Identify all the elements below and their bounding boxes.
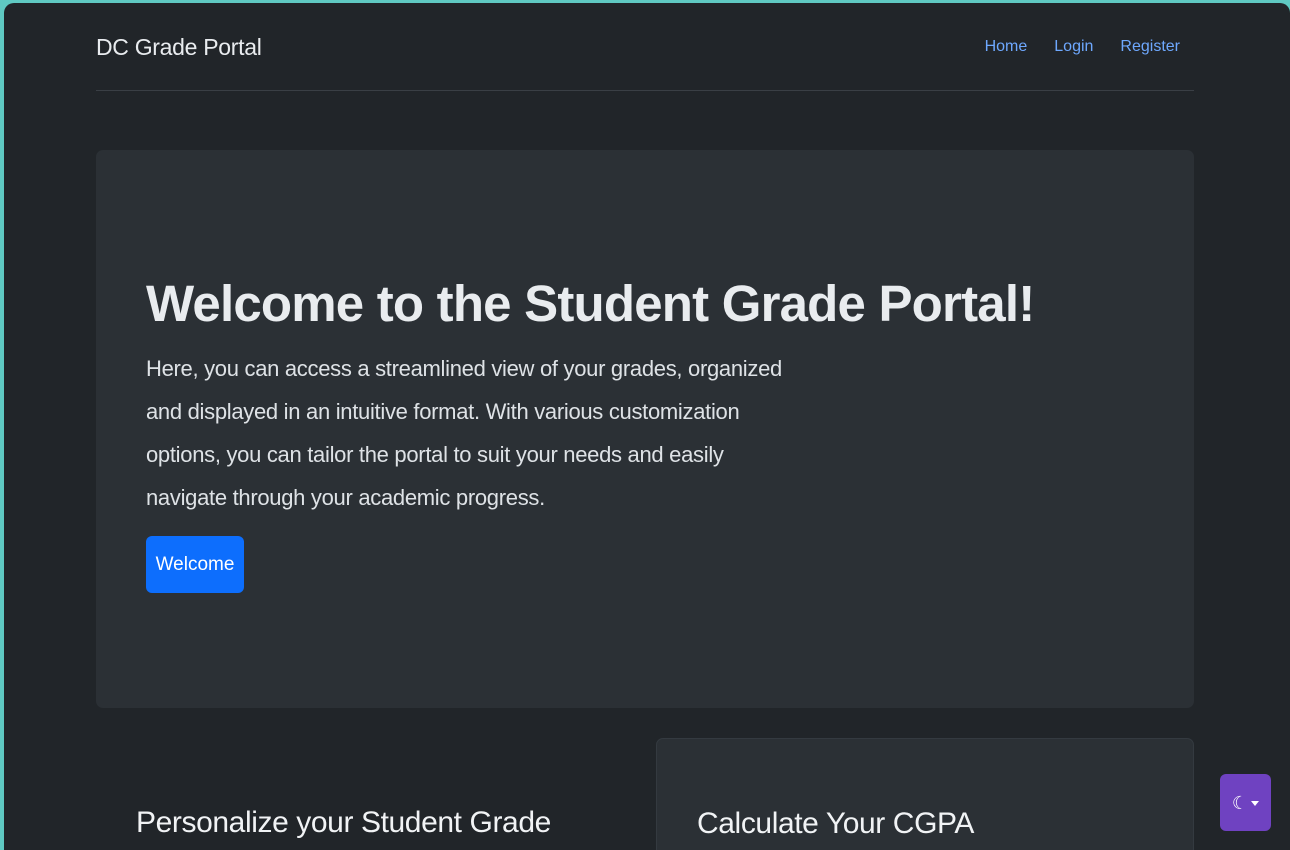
hero-card: Welcome to the Student Grade Portal! Her… [96, 150, 1194, 708]
theme-toggle-button[interactable]: ☾ [1220, 774, 1271, 831]
nav-link-login[interactable]: Login [1054, 38, 1093, 56]
nav-links: Home Login Register [985, 38, 1180, 56]
hero-description: Here, you can access a streamlined view … [146, 356, 782, 510]
nav-link-register[interactable]: Register [1120, 38, 1180, 56]
brand-logo[interactable]: DC Grade Portal [96, 34, 262, 61]
nav-link-home[interactable]: Home [985, 38, 1028, 56]
cgpa-heading: Calculate Your CGPA [697, 807, 975, 840]
cgpa-card: Calculate Your CGPA [656, 738, 1194, 850]
personalize-section: Personalize your Student Grade [96, 738, 632, 850]
hero-title: Welcome to the Student Grade Portal! [146, 275, 1035, 332]
welcome-button[interactable]: Welcome [146, 536, 244, 593]
chevron-down-icon [1251, 801, 1260, 806]
moon-icon: ☾ [1231, 792, 1249, 813]
browser-window: DC Grade Portal Home Login Register Welc… [4, 3, 1290, 850]
navbar: DC Grade Portal Home Login Register [96, 3, 1194, 91]
personalize-heading: Personalize your Student Grade [136, 806, 551, 839]
